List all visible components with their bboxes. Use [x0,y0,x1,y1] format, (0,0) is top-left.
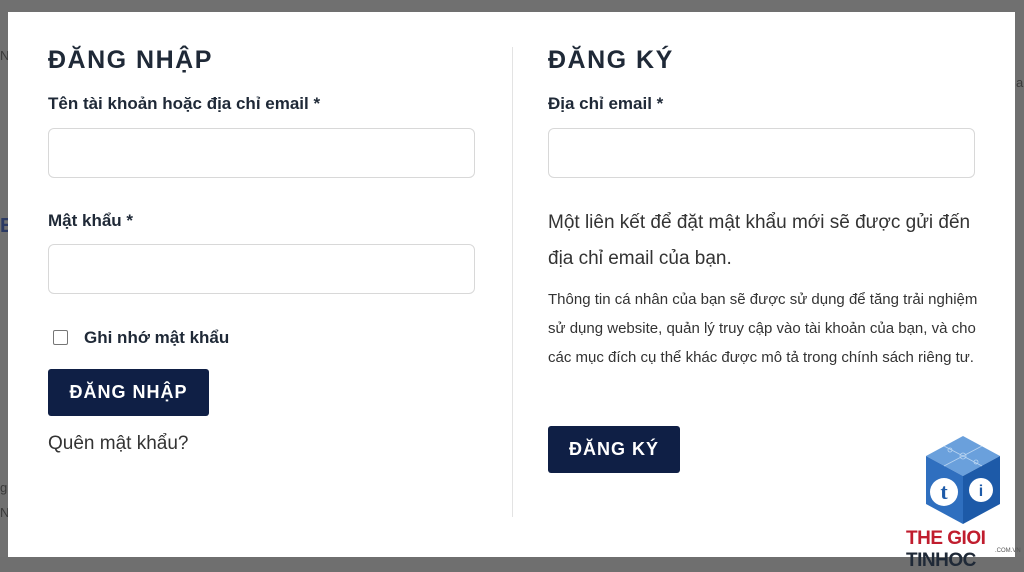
password-label: Mật khẩu * [48,211,134,230]
background-fragment: g [0,480,8,495]
forgot-password-link[interactable]: Quên mật khẩu? [48,433,188,455]
email-input[interactable] [548,128,975,178]
password-input[interactable] [48,244,475,294]
username-input[interactable] [48,128,475,178]
register-title: ĐĂNG KÝ [548,46,674,74]
svg-text:i: i [979,483,983,500]
auth-modal: ĐĂNG NHẬP Tên tài khoản hoặc địa chỉ ema… [8,12,1015,557]
email-label: Địa chỉ email * [548,94,664,113]
register-button[interactable]: ĐĂNG KÝ [548,426,680,473]
svg-text:t: t [940,479,948,504]
reset-link-notice: Một liên kết để đặt mật khẩu mới sẽ được… [548,212,971,269]
login-button-label: ĐĂNG NHẬP [69,382,188,402]
register-button-label: ĐĂNG KÝ [568,439,659,459]
column-divider [512,47,513,517]
privacy-notice: Thông tin cá nhân của bạn sẽ được sử dụn… [548,291,978,366]
logo-domain: .COM.VN [995,548,1021,554]
login-title: ĐĂNG NHẬP [48,46,213,74]
background-fragment: a [1016,75,1024,90]
remember-checkbox[interactable] [53,330,68,345]
remember-label[interactable]: Ghi nhớ mật khẩu [84,328,229,348]
login-button[interactable]: ĐĂNG NHẬP [48,369,209,416]
username-label: Tên tài khoản hoặc địa chỉ email * [48,94,321,113]
